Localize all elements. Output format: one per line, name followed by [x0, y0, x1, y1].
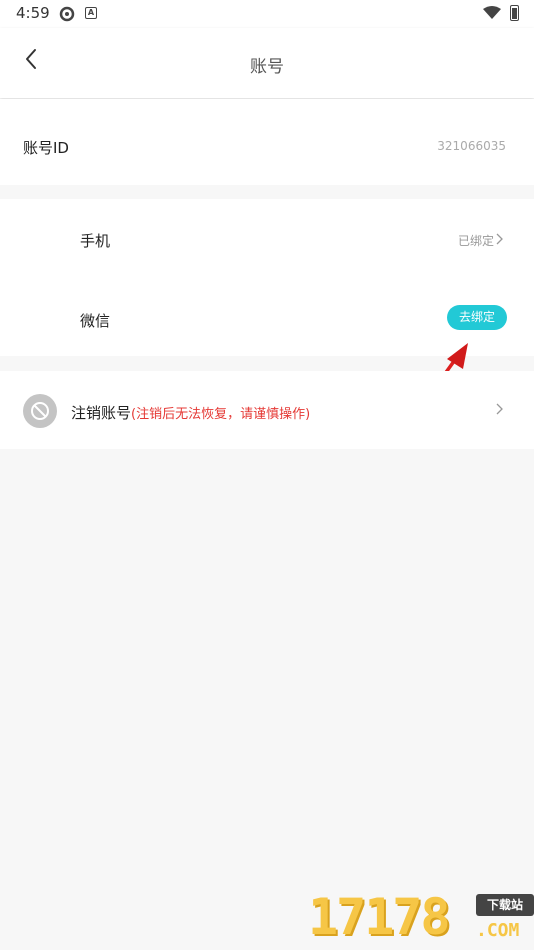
top-app-bar: 账号 — [0, 28, 534, 98]
chevron-right-icon — [496, 403, 503, 415]
cancel-account-warning: (注销后无法恢复，请谨慎操作) — [131, 407, 311, 422]
watermark-logo: 17178 下载站 .COM — [308, 888, 534, 950]
phone-status: 已绑定 — [457, 234, 494, 248]
chevron-right-icon — [496, 233, 503, 245]
battery-icon — [510, 5, 519, 21]
cancel-account-label: 注销账号(注销后无法恢复，请谨慎操作) — [71, 402, 310, 423]
a-badge-icon: A — [85, 7, 97, 19]
status-time: 4:59 — [16, 4, 50, 22]
cancel-account-row[interactable]: 注销账号(注销后无法恢复，请谨慎操作) — [0, 371, 534, 449]
wechat-label: 微信 — [80, 312, 111, 330]
cancel-account-title: 注销账号 — [71, 404, 132, 422]
phone-label: 手机 — [80, 232, 111, 250]
sync-icon — [59, 6, 75, 22]
status-bar: 4:59 A — [0, 0, 534, 28]
wifi-icon — [483, 6, 501, 19]
account-id-label: 账号ID — [23, 139, 69, 157]
watermark-suffix: .COM — [476, 920, 520, 941]
watermark-digits: 17178 — [308, 888, 451, 946]
watermark-badge: 下载站 — [476, 894, 534, 916]
prohibited-icon — [23, 394, 57, 428]
account-id-row: 账号ID 321066035 — [0, 99, 534, 185]
bindings-group: 手机 已绑定 微信 去绑定 — [0, 199, 534, 356]
bind-wechat-button[interactable]: 去绑定 — [447, 305, 507, 330]
page-title: 账号 — [250, 57, 284, 77]
account-id-value: 321066035 — [437, 139, 506, 153]
